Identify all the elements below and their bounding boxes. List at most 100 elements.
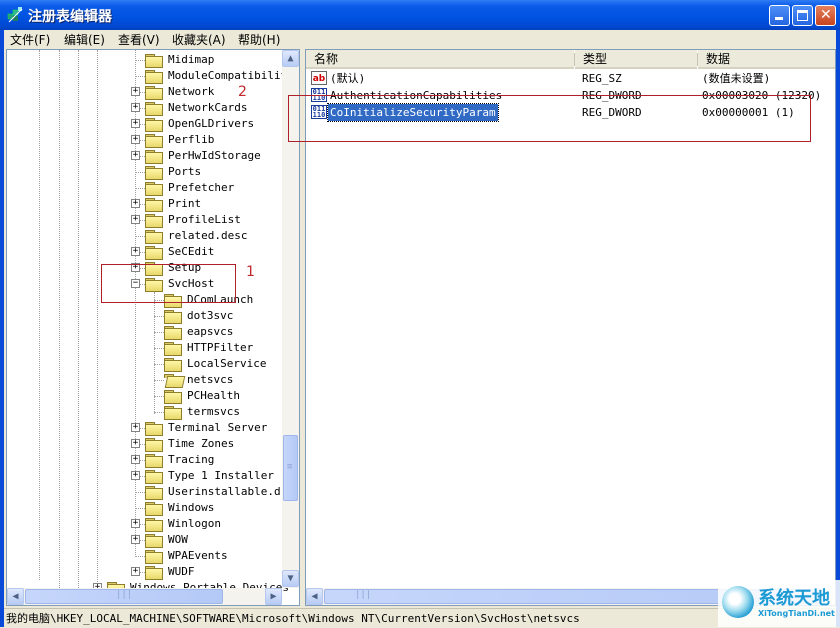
menu-favorites[interactable]: 收藏夹(A) bbox=[172, 31, 226, 48]
scroll-thumb[interactable]: ||| bbox=[25, 589, 223, 604]
tree-item[interactable]: Userinstallable.dri bbox=[129, 484, 299, 500]
column-header-type[interactable]: 类型 bbox=[575, 50, 697, 69]
tree-item[interactable]: + Perflib bbox=[129, 132, 299, 148]
tree-item-label: PerHwIdStorage bbox=[168, 149, 261, 162]
tree-item-label: WUDF bbox=[168, 565, 195, 578]
tree-item-label: eapsvcs bbox=[187, 325, 234, 338]
tree-item-label: Print bbox=[168, 197, 202, 210]
maximize-button[interactable] bbox=[792, 5, 813, 26]
tree-item[interactable]: + Time Zones bbox=[129, 436, 299, 452]
tree-connector-line bbox=[135, 60, 145, 61]
expand-icon[interactable]: + bbox=[131, 567, 140, 576]
tree-item-label: Tracing bbox=[168, 453, 215, 466]
expand-icon[interactable]: + bbox=[131, 455, 140, 464]
tree-connector-line bbox=[154, 316, 164, 317]
folder-icon bbox=[145, 54, 163, 68]
scroll-left-button[interactable]: ◀ bbox=[306, 588, 323, 605]
tree-item[interactable]: Ports bbox=[129, 164, 299, 180]
tree-item[interactable]: Prefetcher bbox=[129, 180, 299, 196]
expand-icon[interactable]: + bbox=[131, 247, 140, 256]
expand-icon[interactable]: + bbox=[131, 215, 140, 224]
scroll-left-button[interactable]: ◀ bbox=[7, 588, 24, 605]
tree-item[interactable]: + Tracing bbox=[129, 452, 299, 468]
tree-item[interactable]: + Print bbox=[129, 196, 299, 212]
value-row[interactable]: ab (默认) REG_SZ (数值未设置) bbox=[306, 70, 835, 87]
tree-item[interactable]: Midimap bbox=[129, 52, 299, 68]
column-header-data[interactable]: 数据 bbox=[698, 50, 835, 69]
scroll-right-button[interactable]: ▶ bbox=[265, 588, 282, 605]
value-name: (默认) bbox=[330, 72, 366, 85]
expand-icon[interactable]: + bbox=[131, 87, 140, 96]
folder-icon bbox=[145, 422, 163, 436]
tree-item[interactable]: + Network bbox=[129, 84, 299, 100]
folder-icon bbox=[164, 406, 182, 420]
tree-item-label: Midimap bbox=[168, 53, 215, 66]
tree-item[interactable]: netsvcs bbox=[148, 372, 299, 388]
expand-icon[interactable]: + bbox=[131, 471, 140, 480]
tree-item[interactable]: related.desc bbox=[129, 228, 299, 244]
menu-view[interactable]: 查看(V) bbox=[118, 31, 160, 48]
title-bar[interactable]: 注册表编辑器 ✕ bbox=[0, 0, 840, 30]
tree-item[interactable]: + PerHwIdStorage bbox=[129, 148, 299, 164]
expand-icon[interactable]: + bbox=[131, 199, 140, 208]
tree-item[interactable]: eapsvcs bbox=[148, 324, 299, 340]
tree-item-label: Network bbox=[168, 85, 215, 98]
folder-icon bbox=[164, 326, 182, 340]
tree-item[interactable]: + WUDF bbox=[129, 564, 299, 580]
tree-item-label: Type 1 Installer bbox=[168, 469, 274, 482]
expand-icon[interactable]: + bbox=[131, 439, 140, 448]
folder-icon bbox=[145, 566, 163, 580]
expand-icon[interactable]: + bbox=[131, 519, 140, 528]
tree-item-label: dot3svc bbox=[187, 309, 234, 322]
tree-item[interactable]: HTTPFilter bbox=[148, 340, 299, 356]
close-button[interactable]: ✕ bbox=[815, 5, 836, 26]
scroll-thumb[interactable]: ≡ bbox=[283, 435, 298, 501]
tree-item[interactable]: + WOW bbox=[129, 532, 299, 548]
tree-connector-line bbox=[135, 236, 145, 237]
tree-item[interactable]: + Terminal Server bbox=[129, 420, 299, 436]
expand-icon[interactable]: + bbox=[131, 151, 140, 160]
menu-help[interactable]: 帮助(H) bbox=[238, 31, 280, 48]
tree-item[interactable]: ModuleCompatibility bbox=[129, 68, 299, 84]
minimize-button[interactable] bbox=[769, 5, 790, 26]
tree-item-label: SeCEdit bbox=[168, 245, 215, 258]
tree-item[interactable]: + Type 1 Installer bbox=[129, 468, 299, 484]
expand-icon[interactable]: + bbox=[131, 423, 140, 432]
tree-item[interactable]: LocalService bbox=[148, 356, 299, 372]
expand-icon[interactable]: + bbox=[131, 135, 140, 144]
tree-item[interactable]: termsvcs bbox=[148, 404, 299, 420]
tree-item[interactable]: + ProfileList bbox=[129, 212, 299, 228]
tree-item[interactable]: + SeCEdit bbox=[129, 244, 299, 260]
tree-item-label: related.desc bbox=[168, 229, 248, 242]
tree-item[interactable]: WPAEvents bbox=[129, 548, 299, 564]
tree-guide-line bbox=[97, 50, 98, 590]
scroll-down-button[interactable]: ▼ bbox=[282, 570, 299, 587]
tree-connector-line bbox=[135, 508, 145, 509]
tree-connector-line bbox=[154, 412, 164, 413]
watermark-url: XiTongTianDi.net bbox=[758, 609, 835, 618]
tree-connector-line bbox=[135, 492, 145, 493]
folder-icon bbox=[145, 454, 163, 468]
tree-item[interactable]: + OpenGLDrivers bbox=[129, 116, 299, 132]
tree-item[interactable]: PCHealth bbox=[148, 388, 299, 404]
tree-item-label: ProfileList bbox=[168, 213, 241, 226]
tree-item[interactable]: Windows bbox=[129, 500, 299, 516]
annotation-box-1 bbox=[101, 264, 236, 303]
registry-tree-pane[interactable]: Midimap ModuleCompatibility + Network + Netwo… bbox=[6, 49, 300, 606]
tree-item-label: Perflib bbox=[168, 133, 215, 146]
grip-icon: ≡ bbox=[287, 462, 293, 472]
column-header-name[interactable]: 名称 bbox=[306, 50, 574, 69]
expand-icon[interactable]: + bbox=[131, 103, 140, 112]
expand-icon[interactable]: + bbox=[131, 535, 140, 544]
menu-file[interactable]: 文件(F) bbox=[10, 31, 50, 48]
string-value-icon: ab bbox=[311, 71, 327, 85]
expand-icon[interactable]: + bbox=[131, 119, 140, 128]
folder-icon bbox=[145, 214, 163, 228]
tree-horizontal-scrollbar[interactable]: ◀ ||| ▶ bbox=[7, 588, 282, 605]
tree-item[interactable]: dot3svc bbox=[148, 308, 299, 324]
menu-edit[interactable]: 编辑(E) bbox=[64, 31, 105, 48]
tree-item[interactable]: + Winlogon bbox=[129, 516, 299, 532]
tree-item[interactable]: + NetworkCards bbox=[129, 100, 299, 116]
tree-connector-line bbox=[135, 172, 145, 173]
scroll-up-button[interactable]: ▲ bbox=[282, 50, 299, 67]
